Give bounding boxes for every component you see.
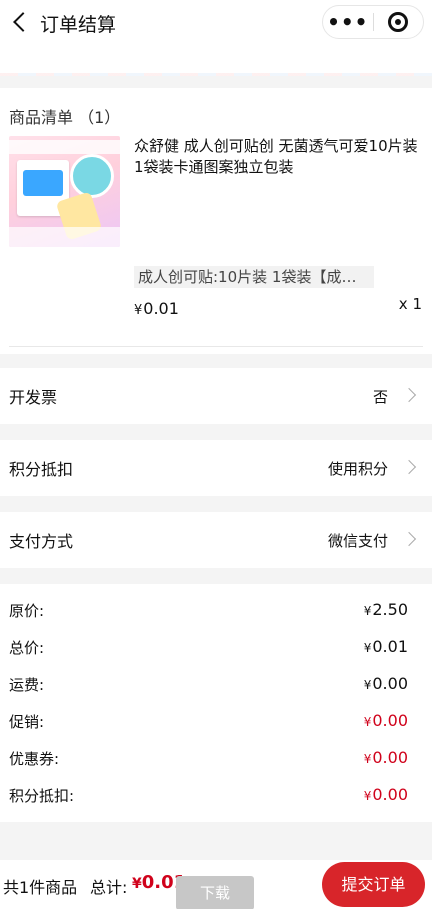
goods-list-heading: 商品清单 （1）	[9, 108, 121, 127]
payment-value: 微信支付	[327, 531, 388, 550]
currency-symbol: ¥	[363, 752, 372, 766]
summary-value: ¥0.00	[364, 785, 408, 804]
total-label: 总计:	[90, 878, 128, 897]
summary-amount: 0.00	[372, 674, 408, 693]
address-card[interactable]	[0, 48, 432, 76]
product-image-base	[9, 227, 120, 247]
nav-bar: 订单结算 •••	[0, 0, 432, 48]
currency-symbol: ¥	[132, 876, 142, 892]
summary-amount: 0.00	[372, 748, 408, 767]
product-name[interactable]: 众舒健 成人创可贴创 无菌透气可爱10片装 1袋装卡通图案独立包装	[134, 136, 424, 178]
item-count: 共1件商品	[3, 878, 78, 897]
invoice-label: 开发票	[9, 388, 58, 407]
product-price: ¥0.01	[134, 299, 179, 318]
invoice-row[interactable]: 开发票 否	[0, 368, 432, 424]
more-dots-icon[interactable]: •••	[323, 5, 373, 39]
summary-label: 促销:	[9, 713, 45, 731]
product-image[interactable]	[9, 136, 120, 247]
submit-order-button[interactable]: 提交订单	[322, 862, 425, 907]
currency-symbol: ¥	[363, 715, 372, 729]
summary-row-promotion: 促销: ¥0.00	[0, 703, 432, 739]
summary-value: ¥0.01	[364, 637, 408, 656]
divider	[9, 346, 423, 347]
currency-symbol: ¥	[363, 641, 372, 655]
summary-value: ¥0.00	[364, 711, 408, 730]
product-quantity: x 1	[398, 295, 422, 313]
download-button[interactable]: 下载	[176, 876, 254, 909]
summary-amount: 0.00	[372, 785, 408, 804]
summary-row-points: 积分抵扣: ¥0.00	[0, 777, 432, 813]
currency-symbol: ¥	[363, 604, 372, 618]
product-image-disc	[70, 154, 114, 198]
page-title: 订单结算	[40, 14, 117, 36]
summary-row-coupon: 优惠券: ¥0.00	[0, 740, 432, 776]
summary-label: 总价:	[9, 639, 45, 657]
summary-amount: 0.00	[372, 711, 408, 730]
summary-label: 运费:	[9, 676, 45, 694]
currency-symbol: ¥	[363, 789, 372, 803]
back-arrow-icon[interactable]	[10, 10, 34, 34]
chevron-right-icon	[404, 462, 416, 474]
summary-label: 原价:	[9, 602, 45, 620]
currency-symbol: ¥	[134, 303, 143, 318]
summary-value: ¥0.00	[364, 748, 408, 767]
chevron-right-icon	[404, 534, 416, 546]
summary-value: ¥2.50	[364, 600, 408, 619]
close-target-button[interactable]	[373, 12, 423, 32]
miniprogram-capsule: •••	[322, 5, 424, 39]
goods-card: 商品清单 （1） 众舒健 成人创可贴创 无菌透气可爱10片装 1袋装卡通图案独立…	[0, 88, 432, 389]
payment-label: 支付方式	[9, 532, 74, 551]
summary-row-original: 原价: ¥2.50	[0, 592, 432, 628]
chevron-right-icon	[404, 390, 416, 402]
product-spec: 成人创可贴:10片装 1袋装【成…	[134, 266, 374, 288]
summary-label: 积分抵扣:	[9, 787, 75, 805]
summary-amount: 0.01	[372, 637, 408, 656]
summary-label: 优惠券:	[9, 750, 60, 768]
invoice-value: 否	[372, 387, 388, 406]
product-image-banner	[9, 140, 120, 154]
points-deduction-row[interactable]: 积分抵扣 使用积分	[0, 440, 432, 496]
summary-row-shipping: 运费: ¥0.00	[0, 666, 432, 702]
summary-amount: 2.50	[372, 600, 408, 619]
payment-method-row[interactable]: 支付方式 微信支付	[0, 512, 432, 568]
price-summary: 原价: ¥2.50 总价: ¥0.01 运费: ¥0.00 促销: ¥0.00 …	[0, 584, 432, 822]
summary-row-total: 总价: ¥0.01	[0, 629, 432, 665]
summary-value: ¥0.00	[364, 674, 408, 693]
points-label: 积分抵扣	[9, 460, 74, 479]
points-value: 使用积分	[327, 459, 388, 478]
target-circle-icon	[388, 12, 409, 32]
currency-symbol: ¥	[363, 678, 372, 692]
product-price-value: 0.01	[143, 299, 179, 318]
address-stripe	[0, 73, 432, 76]
